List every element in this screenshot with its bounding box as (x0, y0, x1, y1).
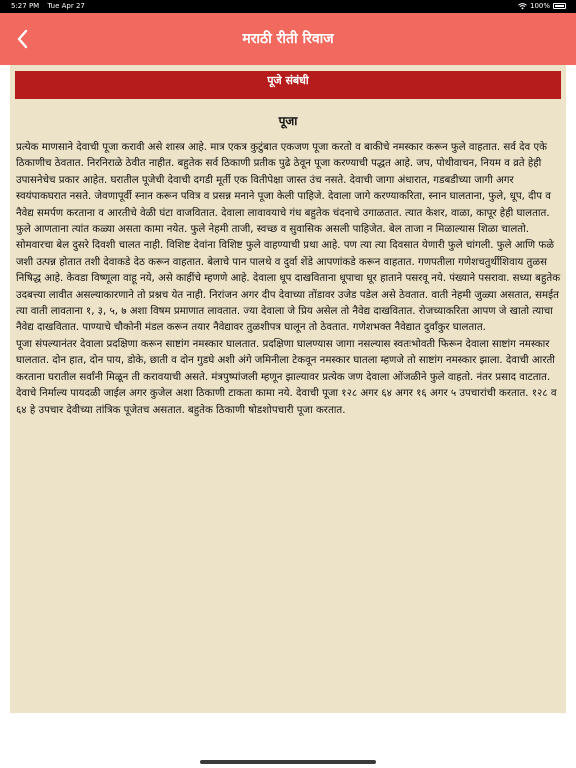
status-date: Tue Apr 27 (47, 2, 85, 10)
article-body: प्रत्येक माणसाने देवाची पूजा करावी असे श… (16, 140, 562, 419)
nav-bar: मराठी रीती रिवाज (0, 13, 576, 65)
status-right: 100% (518, 2, 566, 10)
article-paragraph: प्रत्येक माणसाने देवाची पूजा करावी असे श… (16, 142, 551, 219)
nav-title: मराठी रीती रिवाज (242, 31, 334, 47)
home-indicator[interactable] (200, 760, 376, 764)
section-header: पूजे संबंधी (15, 71, 561, 99)
article-paragraph: फुले आणताना त्यांत कळ्या असता कामा नयेत.… (16, 224, 561, 334)
content-area[interactable]: पूजे संबंधी पूजा प्रत्येक माणसाने देवाची… (10, 65, 566, 713)
status-time: 5:27 PM (11, 2, 40, 10)
battery-icon (553, 3, 566, 9)
wifi-icon (518, 2, 527, 9)
battery-percent: 100% (529, 2, 550, 10)
status-bar: 5:27 PM Tue Apr 27 100% (0, 0, 576, 13)
article-paragraph: पूजा संपल्यानंतर देवाला प्रदक्षिणा करून … (16, 338, 557, 416)
article-title: पूजा (278, 114, 298, 128)
status-left: 5:27 PM Tue Apr 27 (11, 2, 91, 10)
